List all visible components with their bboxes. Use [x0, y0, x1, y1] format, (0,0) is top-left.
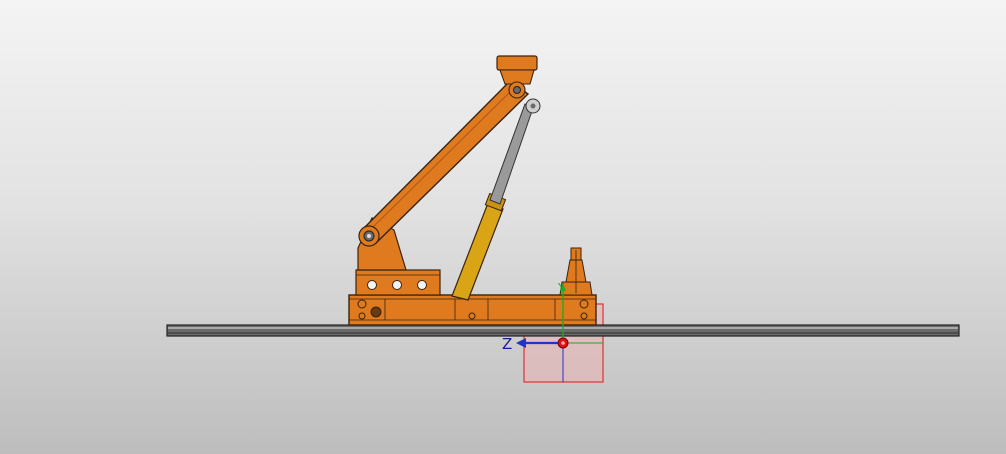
boom-arm[interactable] [358, 80, 530, 244]
z-axis-label: Z [502, 335, 512, 353]
support-post[interactable] [559, 247, 593, 296]
pedestal-block[interactable] [355, 269, 441, 296]
base-frame[interactable] [348, 294, 597, 326]
origin-marker-icon [557, 337, 569, 349]
boom-pivot-lower[interactable] [358, 225, 380, 247]
y-axis-label: Y [557, 282, 565, 293]
model-scene[interactable]: Y Z [0, 0, 1006, 454]
hydraulic-cylinder[interactable] [451, 192, 507, 301]
3d-viewport[interactable]: Y Z [0, 0, 1006, 454]
